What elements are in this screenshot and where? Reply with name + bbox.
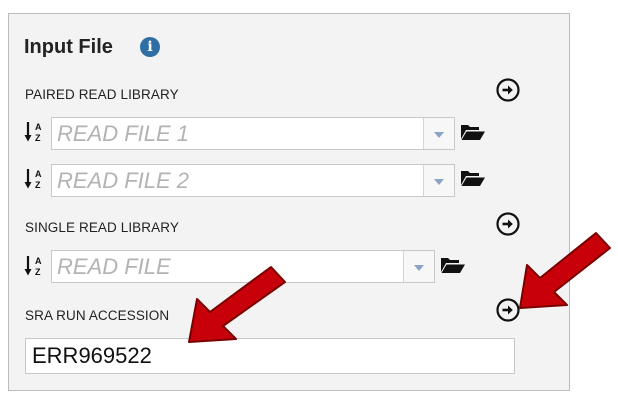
- read-file-1-placeholder: READ FILE 1: [57, 121, 190, 146]
- sra-accession-input[interactable]: [25, 338, 515, 374]
- input-file-panel: [8, 13, 570, 391]
- read-file-1-select[interactable]: READ FILE 1: [51, 117, 455, 150]
- paired-read-library-label: PAIRED READ LIBRARY: [25, 87, 179, 102]
- read-file-2-dropdown-toggle[interactable]: [423, 165, 454, 196]
- chevron-down-icon: [434, 132, 444, 138]
- sort-alpha-icon[interactable]: A Z: [24, 167, 46, 191]
- sort-alpha-icon[interactable]: A Z: [24, 254, 46, 278]
- read-file-2-select[interactable]: READ FILE 2: [51, 164, 455, 197]
- svg-text:Z: Z: [35, 180, 41, 190]
- chevron-down-icon: [434, 179, 444, 185]
- sra-add-arrow-icon[interactable]: [496, 298, 520, 322]
- svg-text:Z: Z: [35, 133, 41, 143]
- folder-open-icon[interactable]: [460, 122, 486, 142]
- single-read-file-placeholder: READ FILE: [57, 254, 171, 279]
- paired-add-arrow-icon[interactable]: [496, 78, 520, 102]
- single-read-file-dropdown-toggle[interactable]: [403, 251, 434, 282]
- svg-text:Z: Z: [35, 267, 41, 277]
- single-add-arrow-icon[interactable]: [496, 212, 520, 236]
- read-file-1-dropdown-toggle[interactable]: [423, 118, 454, 149]
- chevron-down-icon: [414, 265, 424, 271]
- sort-alpha-icon[interactable]: A Z: [24, 120, 46, 144]
- single-read-file-select[interactable]: READ FILE: [51, 250, 435, 283]
- read-file-2-placeholder: READ FILE 2: [57, 168, 190, 193]
- single-read-library-label: SINGLE READ LIBRARY: [25, 220, 179, 235]
- svg-text:A: A: [35, 122, 42, 132]
- folder-open-icon[interactable]: [460, 168, 486, 188]
- panel-title: Input File: [24, 36, 113, 58]
- svg-text:A: A: [35, 169, 42, 179]
- svg-text:A: A: [35, 256, 42, 266]
- sra-run-accession-label: SRA RUN ACCESSION: [25, 308, 170, 323]
- folder-open-icon[interactable]: [440, 255, 466, 275]
- info-icon[interactable]: i: [140, 37, 160, 57]
